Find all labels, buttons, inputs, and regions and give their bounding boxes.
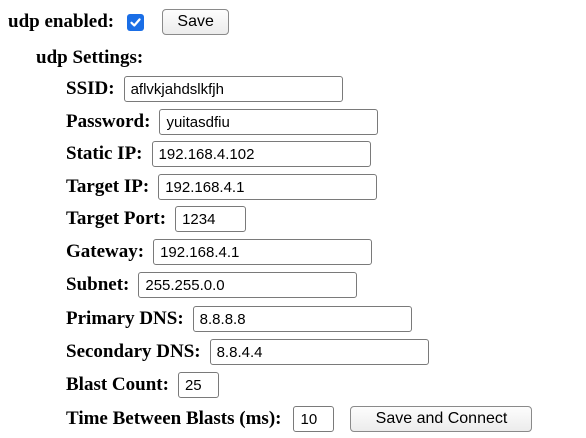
target-port-row: Target Port: 1234 [66, 206, 247, 232]
static-ip-row: Static IP: 192.168.4.102 [66, 141, 371, 167]
time-between-blasts-field[interactable]: 10 [293, 406, 335, 432]
secondary-dns-label: Secondary DNS: [66, 341, 201, 362]
subnet-label: Subnet: [66, 274, 130, 295]
subnet-field[interactable]: 255.255.0.0 [138, 272, 358, 298]
password-row: Password: yuitasdfiu [66, 109, 379, 135]
time-between-blasts-row: Time Between Blasts (ms): 10 Save and Co… [66, 406, 533, 432]
udp-enabled-row: udp enabled: Save [8, 9, 230, 35]
checkmark-icon [130, 17, 141, 27]
udp-enabled-checkbox[interactable] [127, 13, 145, 31]
ssid-row: SSID: aflvkjahdslkfjh [66, 76, 343, 102]
blast-count-label: Blast Count: [66, 374, 169, 395]
udp-enabled-label: udp enabled: [8, 11, 115, 32]
blast-count-field[interactable]: 25 [177, 372, 219, 398]
udp-settings-header: udp Settings: [36, 47, 143, 69]
target-ip-label: Target IP: [66, 176, 150, 197]
password-label: Password: [66, 111, 151, 132]
gateway-field[interactable]: 192.168.4.1 [153, 239, 373, 265]
password-field[interactable]: yuitasdfiu [159, 109, 379, 135]
target-port-label: Target Port: [66, 208, 167, 229]
secondary-dns-field[interactable]: 8.8.4.4 [209, 339, 429, 365]
udp-settings-title: udp Settings: [36, 47, 144, 68]
subnet-row: Subnet: 255.255.0.0 [66, 272, 358, 298]
primary-dns-field[interactable]: 8.8.8.8 [192, 306, 412, 332]
secondary-dns-row: Secondary DNS: 8.8.4.4 [66, 339, 429, 365]
gateway-row: Gateway: 192.168.4.1 [66, 239, 373, 265]
gateway-label: Gateway: [66, 241, 145, 262]
primary-dns-row: Primary DNS: 8.8.8.8 [66, 306, 412, 332]
primary-dns-label: Primary DNS: [66, 308, 184, 329]
static-ip-field[interactable]: 192.168.4.102 [151, 141, 371, 167]
target-port-field[interactable]: 1234 [175, 206, 247, 232]
time-between-blasts-label: Time Between Blasts (ms): [66, 408, 282, 429]
static-ip-label: Static IP: [66, 143, 143, 164]
save-button[interactable]: Save [162, 9, 230, 35]
ssid-label: SSID: [66, 78, 115, 99]
target-ip-row: Target IP: 192.168.4.1 [66, 174, 378, 200]
save-and-connect-button[interactable]: Save and Connect [350, 406, 533, 432]
target-ip-field[interactable]: 192.168.4.1 [158, 174, 378, 200]
ssid-field[interactable]: aflvkjahdslkfjh [123, 76, 343, 102]
blast-count-row: Blast Count: 25 [66, 372, 219, 398]
